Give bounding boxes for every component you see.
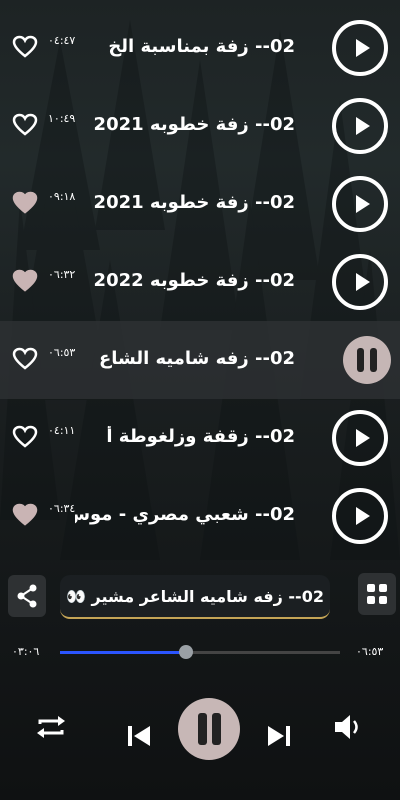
share-icon [17, 584, 37, 608]
favorite-button[interactable] [12, 35, 38, 59]
grid-menu-button[interactable] [358, 573, 396, 615]
heart-icon [12, 347, 38, 370]
now-playing-title-box[interactable]: 02-- زفه شاميه الشاعر مشير 👀 [60, 575, 330, 619]
track-play-button[interactable] [332, 488, 388, 544]
favorite-button[interactable] [12, 503, 38, 527]
track-play-button[interactable] [332, 254, 388, 310]
track-duration: ٠٤:١١ [48, 424, 76, 437]
favorite-button[interactable] [12, 191, 38, 215]
heart-icon [12, 191, 38, 214]
heart-icon [12, 425, 38, 448]
pause-icon [357, 348, 364, 372]
track-play-button[interactable] [332, 410, 388, 466]
track-duration: ٠٦:٣٢ [48, 268, 76, 281]
pause-icon-bar [370, 348, 377, 372]
track-title: 02-- زفة خطوبه 2022 [93, 270, 295, 291]
track-row[interactable]: ٠٤:١١ 02-- زقفة وزلغوطة أ [0, 399, 400, 477]
track-play-button[interactable] [332, 98, 388, 154]
repeat-icon [37, 716, 65, 738]
track-title: 02-- زفه شاميه الشاع [98, 348, 295, 369]
track-row[interactable]: ٠٤:٤٧ 02-- زفة بمناسبة الخ [0, 9, 400, 87]
track-title: 02-- زفة خطوبه 2021 [93, 192, 295, 213]
track-title: 02-- زقفة وزلغوطة أ [106, 426, 295, 447]
pause-icon [198, 713, 207, 745]
favorite-button[interactable] [12, 425, 38, 449]
track-row[interactable]: ٠٩:١٨ 02-- زفة خطوبه 2021 [0, 165, 400, 243]
now-playing-title: 02-- زفه شاميه الشاعر مشير 👀 [66, 586, 324, 606]
track-duration: ٠٤:٤٧ [48, 34, 76, 47]
volume-icon [335, 715, 358, 739]
play-icon [356, 195, 370, 213]
track-play-button[interactable] [332, 20, 388, 76]
track-row[interactable]: ١٠:٤٩ 02-- زفة خطوبه 2021 [0, 87, 400, 165]
favorite-button[interactable] [12, 347, 38, 371]
play-icon [356, 273, 370, 291]
track-pause-button[interactable] [343, 336, 391, 384]
repeat-button[interactable] [34, 712, 68, 742]
track-row[interactable]: ٠٦:٣٤ 02-- شعبي مصري - موس [0, 477, 400, 555]
track-title: 02-- شعبي مصري - موس [75, 504, 295, 525]
track-duration: ٠٦:٣٤ [48, 502, 76, 515]
track-play-button[interactable] [332, 176, 388, 232]
track-title: 02-- زفة بمناسبة الخ [108, 36, 295, 57]
previous-button[interactable] [124, 722, 154, 750]
progress-slider[interactable] [60, 645, 340, 659]
track-row[interactable]: ٠٦:٥٣ 02-- زفه شاميه الشاع [0, 321, 400, 399]
progress-fill [60, 651, 186, 654]
track-duration: ٠٩:١٨ [48, 190, 76, 203]
volume-button[interactable] [332, 712, 366, 742]
play-icon [356, 429, 370, 447]
next-button[interactable] [264, 722, 294, 750]
heart-icon [12, 269, 38, 292]
play-icon [356, 507, 370, 525]
pause-icon-bar [212, 713, 221, 745]
favorite-button[interactable] [12, 113, 38, 137]
share-button[interactable] [8, 575, 46, 617]
track-duration: ٠٦:٥٣ [48, 346, 76, 359]
play-icon [356, 39, 370, 57]
next-icon [268, 726, 290, 746]
previous-icon [128, 726, 150, 746]
elapsed-time: ٠٣:٠٦ [12, 645, 40, 658]
main-pause-button[interactable] [178, 698, 240, 760]
heart-icon [12, 503, 38, 526]
grid-icon [367, 584, 387, 604]
heart-icon [12, 35, 38, 58]
track-title: 02-- زفة خطوبه 2021 [93, 114, 295, 135]
heart-icon [12, 113, 38, 136]
track-row[interactable]: ٠٦:٣٢ 02-- زفة خطوبه 2022 [0, 243, 400, 321]
play-icon [356, 117, 370, 135]
favorite-button[interactable] [12, 269, 38, 293]
track-duration: ١٠:٤٩ [48, 112, 76, 125]
progress-knob[interactable] [179, 645, 193, 659]
total-time: ٠٦:٥٣ [356, 645, 384, 658]
